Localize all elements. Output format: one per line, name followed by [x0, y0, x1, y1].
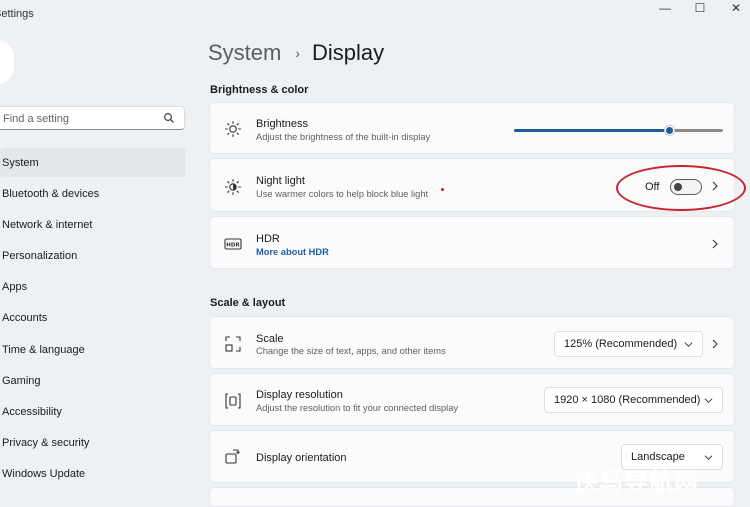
brightness-slider-thumb[interactable]	[663, 125, 675, 136]
night-light-card[interactable]: Night light Use warmer colors to help bl…	[209, 158, 746, 212]
hdr-icon: HDR	[224, 238, 242, 250]
sidebar-item-gaming[interactable]: Gaming	[0, 366, 186, 395]
maximize-button[interactable]: ☐	[681, 0, 719, 16]
annotation-dot	[441, 188, 444, 191]
sidebar-item-label: Apps	[2, 281, 28, 294]
scale-card[interactable]: Scale Change the size of text, apps, and…	[209, 316, 735, 369]
sidebar-item-time-language[interactable]: Time & language	[0, 335, 186, 364]
night-light-title: Night light	[256, 175, 305, 187]
breadcrumb-parent[interactable]: System	[208, 40, 281, 66]
brightness-description: Adjust the brightness of the built-in di…	[256, 132, 431, 142]
resolution-icon	[225, 393, 241, 409]
night-light-description: Use warmer colors to help block blue lig…	[256, 189, 429, 199]
brightness-icon	[224, 120, 242, 138]
orientation-icon	[225, 449, 240, 464]
chevron-down-icon	[704, 398, 713, 404]
sidebar-item-label: Personalization	[2, 250, 78, 263]
scale-description: Change the size of text, apps, and other…	[256, 346, 446, 356]
sidebar-item-accessibility[interactable]: Accessibility	[0, 398, 186, 427]
title-bar: Settings — ☐ ✕	[0, 0, 750, 30]
sidebar-item-label: Network & internet	[2, 218, 93, 231]
display-resolution-card: Display resolution Adjust the resolution…	[209, 373, 735, 426]
search-input[interactable]	[1, 110, 155, 128]
app-title: Settings	[0, 8, 34, 20]
search-box[interactable]	[0, 106, 185, 130]
sidebar-item-label: Windows Update	[2, 468, 86, 481]
chevron-down-icon	[704, 455, 713, 461]
close-button[interactable]: ✕	[717, 0, 750, 16]
sidebar-item-accounts[interactable]: Accounts	[0, 304, 186, 333]
scale-title: Scale	[256, 333, 284, 345]
brightness-slider[interactable]	[514, 125, 723, 136]
brightness-slider-fill	[514, 129, 669, 132]
display-resolution-title: Display resolution	[256, 389, 343, 401]
search-icon[interactable]	[163, 112, 175, 124]
sidebar-item-windows-update[interactable]: Windows Update	[0, 460, 186, 489]
sidebar-item-apps[interactable]: Apps	[0, 273, 186, 302]
scale-icon	[225, 336, 241, 352]
section-title-brightness-color: Brightness & color	[210, 84, 309, 96]
chevron-right-icon[interactable]	[710, 239, 720, 249]
sidebar-item-label: Bluetooth & devices	[2, 187, 100, 200]
scale-dropdown[interactable]: 125% (Recommended)	[554, 331, 703, 357]
sidebar-item-label: System	[2, 156, 39, 169]
breadcrumb-separator-icon: ›	[295, 45, 301, 61]
brightness-card: Brightness Adjust the brightness of the …	[209, 102, 735, 154]
sidebar-item-system[interactable]: System	[0, 148, 186, 177]
svg-text:HDR: HDR	[226, 242, 240, 248]
sidebar-item-label: Time & language	[2, 343, 85, 356]
slider-thumb-dot	[665, 127, 673, 134]
sidebar-item-label: Privacy & security	[2, 437, 90, 450]
sidebar-item-label: Gaming	[2, 374, 41, 387]
display-resolution-dropdown[interactable]: 1920 × 1080 (Recommended)	[544, 387, 723, 413]
display-resolution-description: Adjust the resolution to fit your connec…	[256, 403, 459, 413]
hdr-title: HDR	[256, 233, 280, 245]
chevron-down-icon	[684, 342, 693, 348]
sidebar-item-label: Accounts	[2, 312, 48, 325]
chevron-right-icon[interactable]	[710, 339, 720, 349]
sidebar-nav: System Bluetooth & devices Network & int…	[0, 148, 186, 491]
display-orientation-title: Display orientation	[256, 452, 347, 464]
sidebar-item-privacy-security[interactable]: Privacy & security	[0, 429, 186, 458]
page-title: Display	[312, 40, 385, 65]
avatar[interactable]	[0, 40, 14, 84]
more-about-hdr-link[interactable]: More about HDR	[256, 247, 329, 257]
display-resolution-dropdown-value: 1920 × 1080 (Recommended)	[554, 394, 701, 406]
scale-dropdown-value: 125% (Recommended)	[564, 338, 678, 350]
watermark-text: 快马导航网	[574, 468, 699, 496]
sidebar-item-bluetooth-devices[interactable]: Bluetooth & devices	[0, 179, 186, 208]
hdr-card[interactable]: HDR HDR More about HDR	[209, 216, 735, 269]
highlight-annotation-ellipse	[616, 165, 746, 211]
minimize-button[interactable]: —	[646, 0, 684, 16]
section-title-scale-layout: Scale & layout	[210, 297, 286, 309]
sidebar-item-personalization[interactable]: Personalization	[0, 242, 186, 271]
sidebar-item-network-internet[interactable]: Network & internet	[0, 210, 186, 239]
brightness-title: Brightness	[256, 118, 308, 130]
night-light-icon	[224, 178, 242, 196]
breadcrumb: System › Display	[208, 40, 384, 66]
sidebar-item-label: Accessibility	[2, 406, 62, 418]
